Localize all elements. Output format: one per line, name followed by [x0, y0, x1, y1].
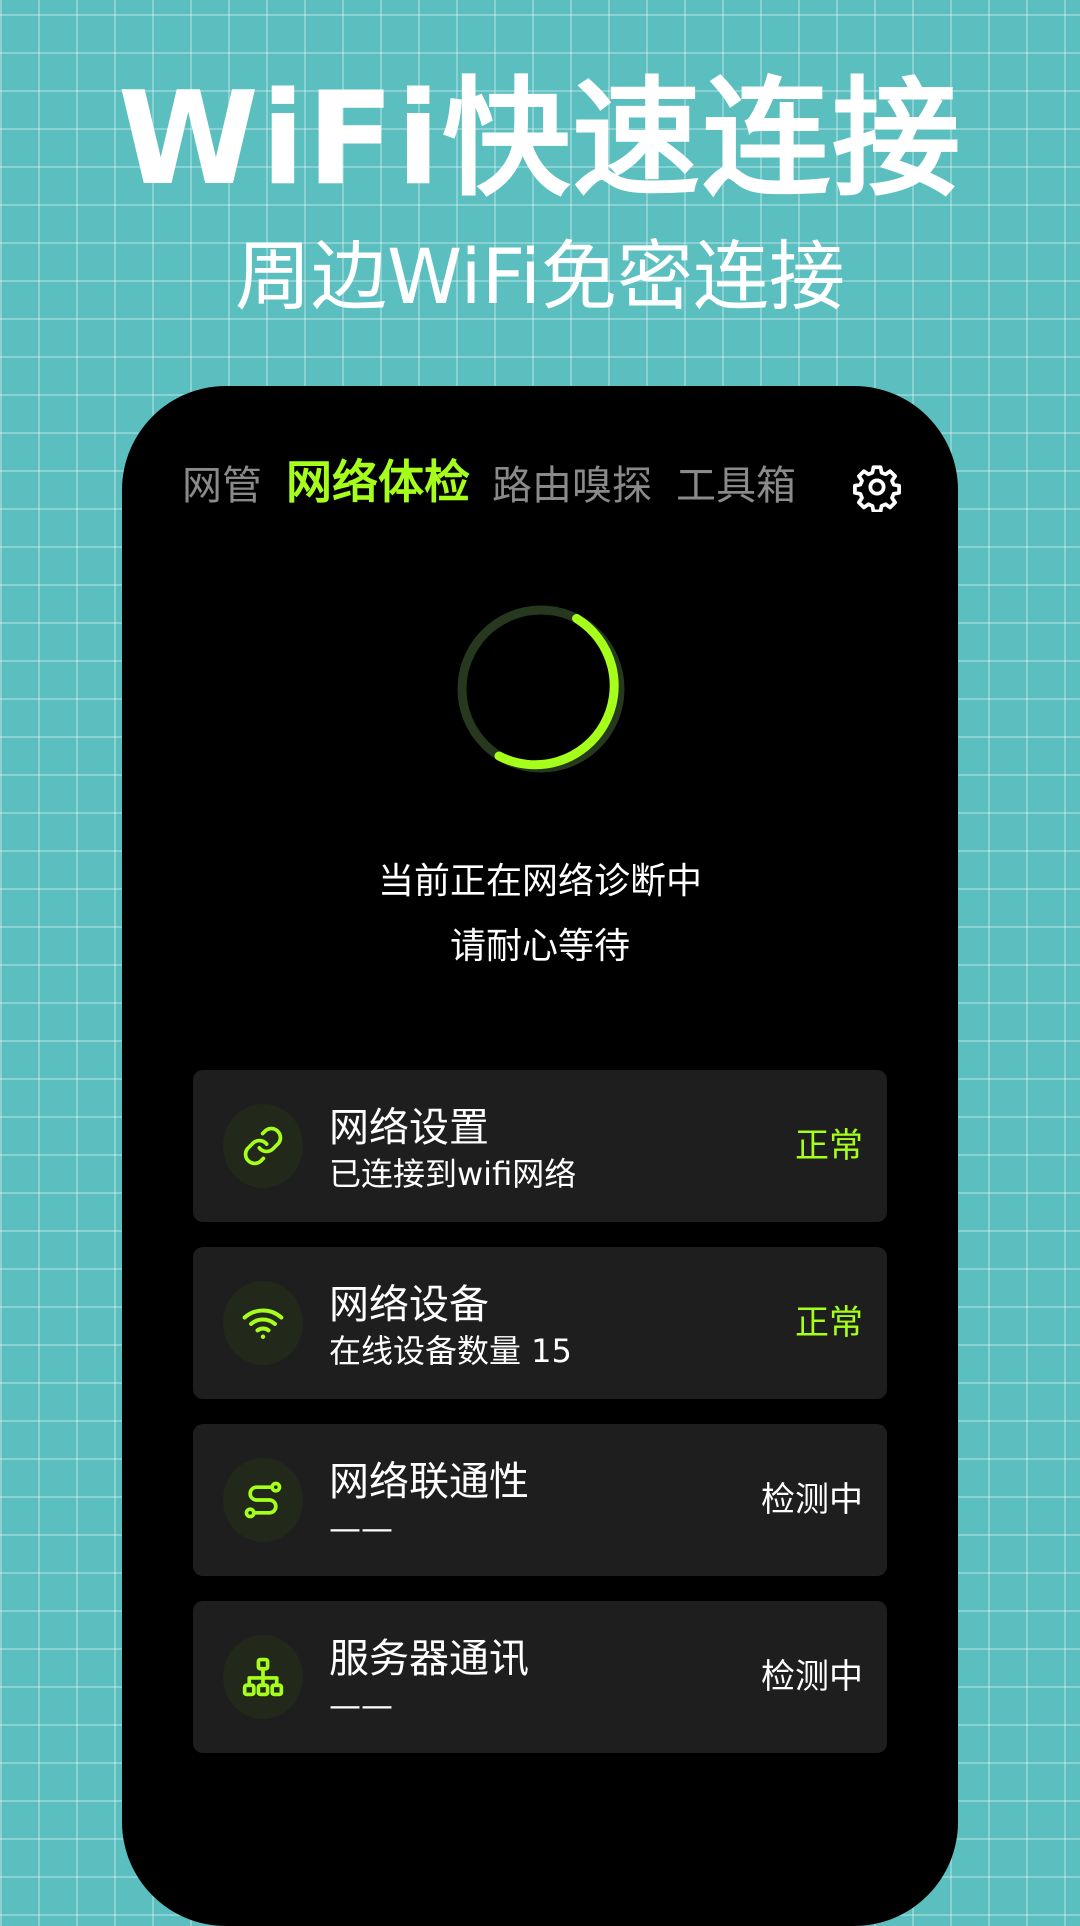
card-status: 检测中 [761, 1657, 863, 1697]
promo-headline: WiFi快速连接 [117, 65, 963, 214]
wifi-icon [242, 1308, 284, 1339]
card-icon-bg [223, 1458, 303, 1542]
promo-subheadline: 周边WiFi免密连接 [235, 232, 845, 321]
link-icon [243, 1126, 283, 1166]
card-title: 网络设备 [329, 1282, 489, 1328]
tab-network-checkup[interactable]: 网络体检 [286, 452, 470, 512]
diagnosis-status-text: 当前正在网络诊断中 [377, 861, 702, 902]
card-status: 正常 [795, 1126, 863, 1166]
card-icon-bg [223, 1281, 303, 1365]
card-subtitle: —— [329, 1686, 393, 1724]
card-status: 检测中 [761, 1480, 863, 1520]
server-communication-card[interactable]: 服务器通讯 —— 检测中 [193, 1601, 887, 1753]
card-icon-bg [223, 1635, 303, 1719]
card-title: 网络设置 [329, 1105, 489, 1151]
tab-router-sniff[interactable]: 路由嗅探 [492, 456, 652, 516]
network-settings-card[interactable]: 网络设置 已连接到wifi网络 正常 [193, 1070, 887, 1222]
tab-network-manager[interactable]: 网管 [182, 456, 262, 516]
card-title: 服务器通讯 [329, 1636, 529, 1682]
card-subtitle: —— [329, 1509, 393, 1547]
card-subtitle: 在线设备数量 15 [329, 1332, 572, 1370]
diagnosis-wait-text: 请耐心等待 [449, 926, 630, 967]
route-icon [244, 1481, 282, 1519]
tab-toolbox[interactable]: 工具箱 [676, 456, 796, 516]
card-status: 正常 [795, 1303, 863, 1343]
gear-icon [853, 465, 901, 514]
network-connectivity-card[interactable]: 网络联通性 —— 检测中 [193, 1424, 887, 1576]
card-title: 网络联通性 [329, 1459, 529, 1505]
card-icon-bg [223, 1104, 303, 1188]
top-tab-bar: 网管 网络体检 路由嗅探 工具箱 [0, 455, 1080, 516]
card-subtitle: 已连接到wifi网络 [329, 1155, 577, 1193]
network-tree-icon [242, 1657, 284, 1697]
settings-button[interactable] [852, 462, 902, 514]
diagnosis-progress-ring [457, 605, 625, 773]
network-devices-card[interactable]: 网络设备 在线设备数量 15 正常 [193, 1247, 887, 1399]
